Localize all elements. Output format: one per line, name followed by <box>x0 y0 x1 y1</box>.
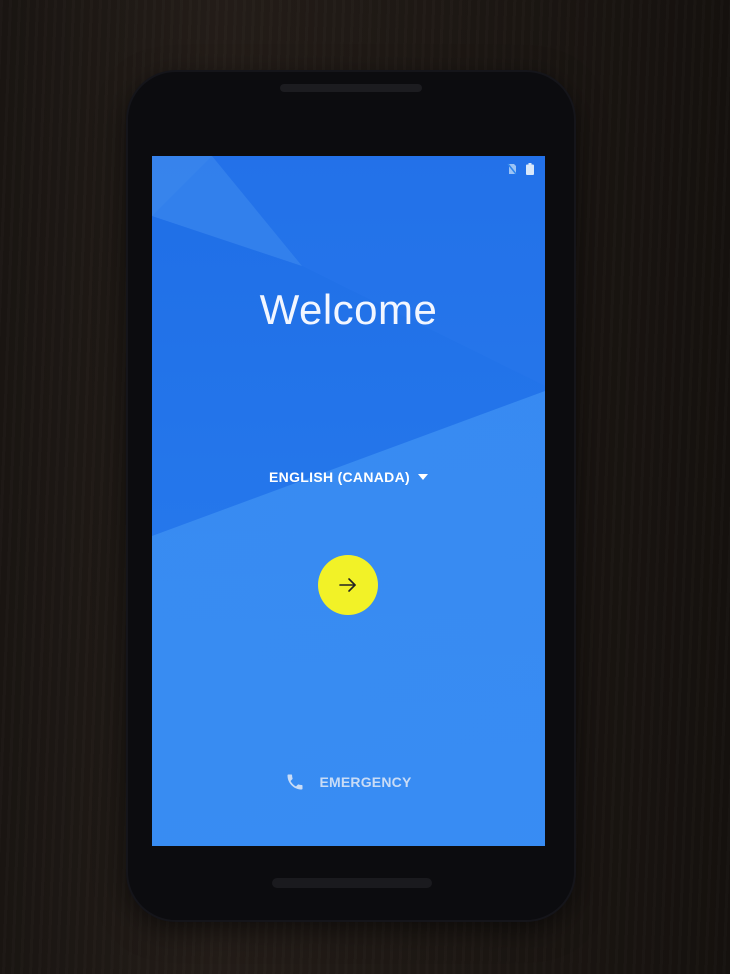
device-screen: Welcome ENGLISH (CANADA) EMERGENCY <box>152 156 545 846</box>
emergency-button[interactable]: EMERGENCY <box>152 772 545 792</box>
status-bar <box>507 162 535 176</box>
battery-icon <box>526 163 534 175</box>
background-shapes <box>152 156 545 846</box>
page-title: Welcome <box>259 286 438 333</box>
phone-icon <box>287 774 303 790</box>
dropdown-caret-icon <box>417 474 428 480</box>
emergency-label: EMERGENCY <box>319 774 412 790</box>
language-label: ENGLISH (CANADA) <box>269 469 410 485</box>
earpiece <box>280 84 422 92</box>
arrow-right-icon <box>339 578 356 592</box>
language-selector[interactable]: ENGLISH (CANADA) <box>152 469 545 485</box>
next-button[interactable] <box>318 555 378 615</box>
no-sim-icon <box>507 163 517 175</box>
phone-device: Welcome ENGLISH (CANADA) EMERGENCY <box>128 72 574 920</box>
bottom-speaker <box>272 878 432 888</box>
